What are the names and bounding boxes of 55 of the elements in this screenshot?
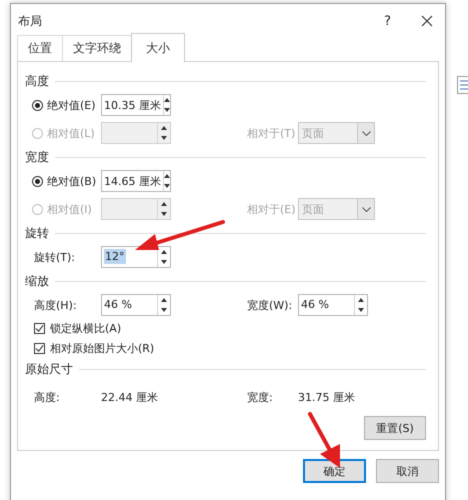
down-arrow-icon[interactable] [161, 212, 167, 216]
tab[interactable]: 大小 [131, 33, 185, 62]
checkbox-label: 锁定纵横比(A) [50, 320, 122, 336]
checkbox[interactable] [34, 322, 45, 334]
dialog-button[interactable]: 取消 [376, 459, 439, 483]
up-arrow-icon[interactable] [164, 98, 170, 102]
down-arrow-icon[interactable] [164, 184, 170, 188]
chevron-down-icon [362, 206, 370, 212]
up-arrow-icon[interactable] [358, 298, 364, 302]
height-label: 高度: [33, 390, 60, 404]
reset-button[interactable]: 重置(S) [364, 416, 426, 440]
down-arrow-icon[interactable] [164, 108, 170, 112]
up-arrow-icon[interactable] [161, 202, 167, 206]
height-value: 22.44 厘米 [101, 390, 159, 404]
section-title: 原始尺寸 [25, 360, 73, 378]
section-title: 宽度 [25, 148, 49, 166]
down-arrow-icon[interactable] [161, 136, 167, 140]
width-value: 31.75 厘米 [298, 390, 356, 404]
radio-button[interactable] [32, 176, 43, 186]
window-title: 布局 [18, 12, 43, 30]
option-label: 相对值(L) [47, 126, 95, 140]
radio-button[interactable] [32, 100, 43, 110]
rotation-label: 旋转(T): [33, 250, 76, 264]
spin-field[interactable] [101, 198, 171, 220]
height-field[interactable]: 46 % [101, 294, 171, 316]
option-label: 绝对值(E) [47, 98, 96, 112]
spin-field[interactable] [101, 122, 171, 144]
down-arrow-icon[interactable] [358, 308, 364, 312]
section-title: 缩放 [25, 272, 49, 290]
tab[interactable]: 位置 [17, 35, 63, 61]
up-arrow-icon[interactable] [161, 298, 167, 302]
checkbox[interactable] [34, 342, 45, 354]
relative-to-label: 相对于(T) [247, 126, 296, 140]
down-arrow-icon[interactable] [161, 260, 167, 264]
relative-to-label: 相对于(E) [247, 202, 297, 216]
width-label: 宽度: [247, 390, 274, 404]
chevron-down-icon [362, 130, 370, 136]
spin-field[interactable]: 10.35 厘米 [101, 94, 171, 116]
width-label: 宽度(W): [247, 298, 294, 312]
width-field[interactable]: 46 % [298, 294, 368, 316]
rotation-field[interactable]: 12° [101, 246, 171, 268]
section-title: 高度 [25, 72, 49, 90]
option-label: 绝对值(B) [47, 174, 96, 188]
close-icon[interactable] [421, 15, 433, 27]
option-label: 相对值(I) [47, 202, 92, 216]
layout-icon[interactable] [457, 76, 468, 94]
section-title: 旋转 [25, 224, 49, 242]
up-arrow-icon[interactable] [161, 250, 167, 254]
up-arrow-icon[interactable] [161, 126, 167, 130]
height-label: 高度(H): [33, 298, 77, 312]
spin-field[interactable]: 14.65 厘米 [101, 170, 171, 192]
checkbox-label: 相对原始图片大小(R) [50, 340, 154, 356]
up-arrow-icon[interactable] [164, 174, 170, 178]
help-button[interactable]: ? [384, 14, 391, 28]
down-arrow-icon[interactable] [161, 308, 167, 312]
